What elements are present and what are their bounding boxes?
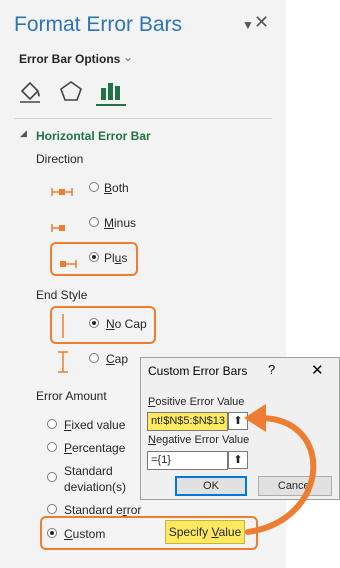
callout-arrow-icon [244, 404, 317, 535]
